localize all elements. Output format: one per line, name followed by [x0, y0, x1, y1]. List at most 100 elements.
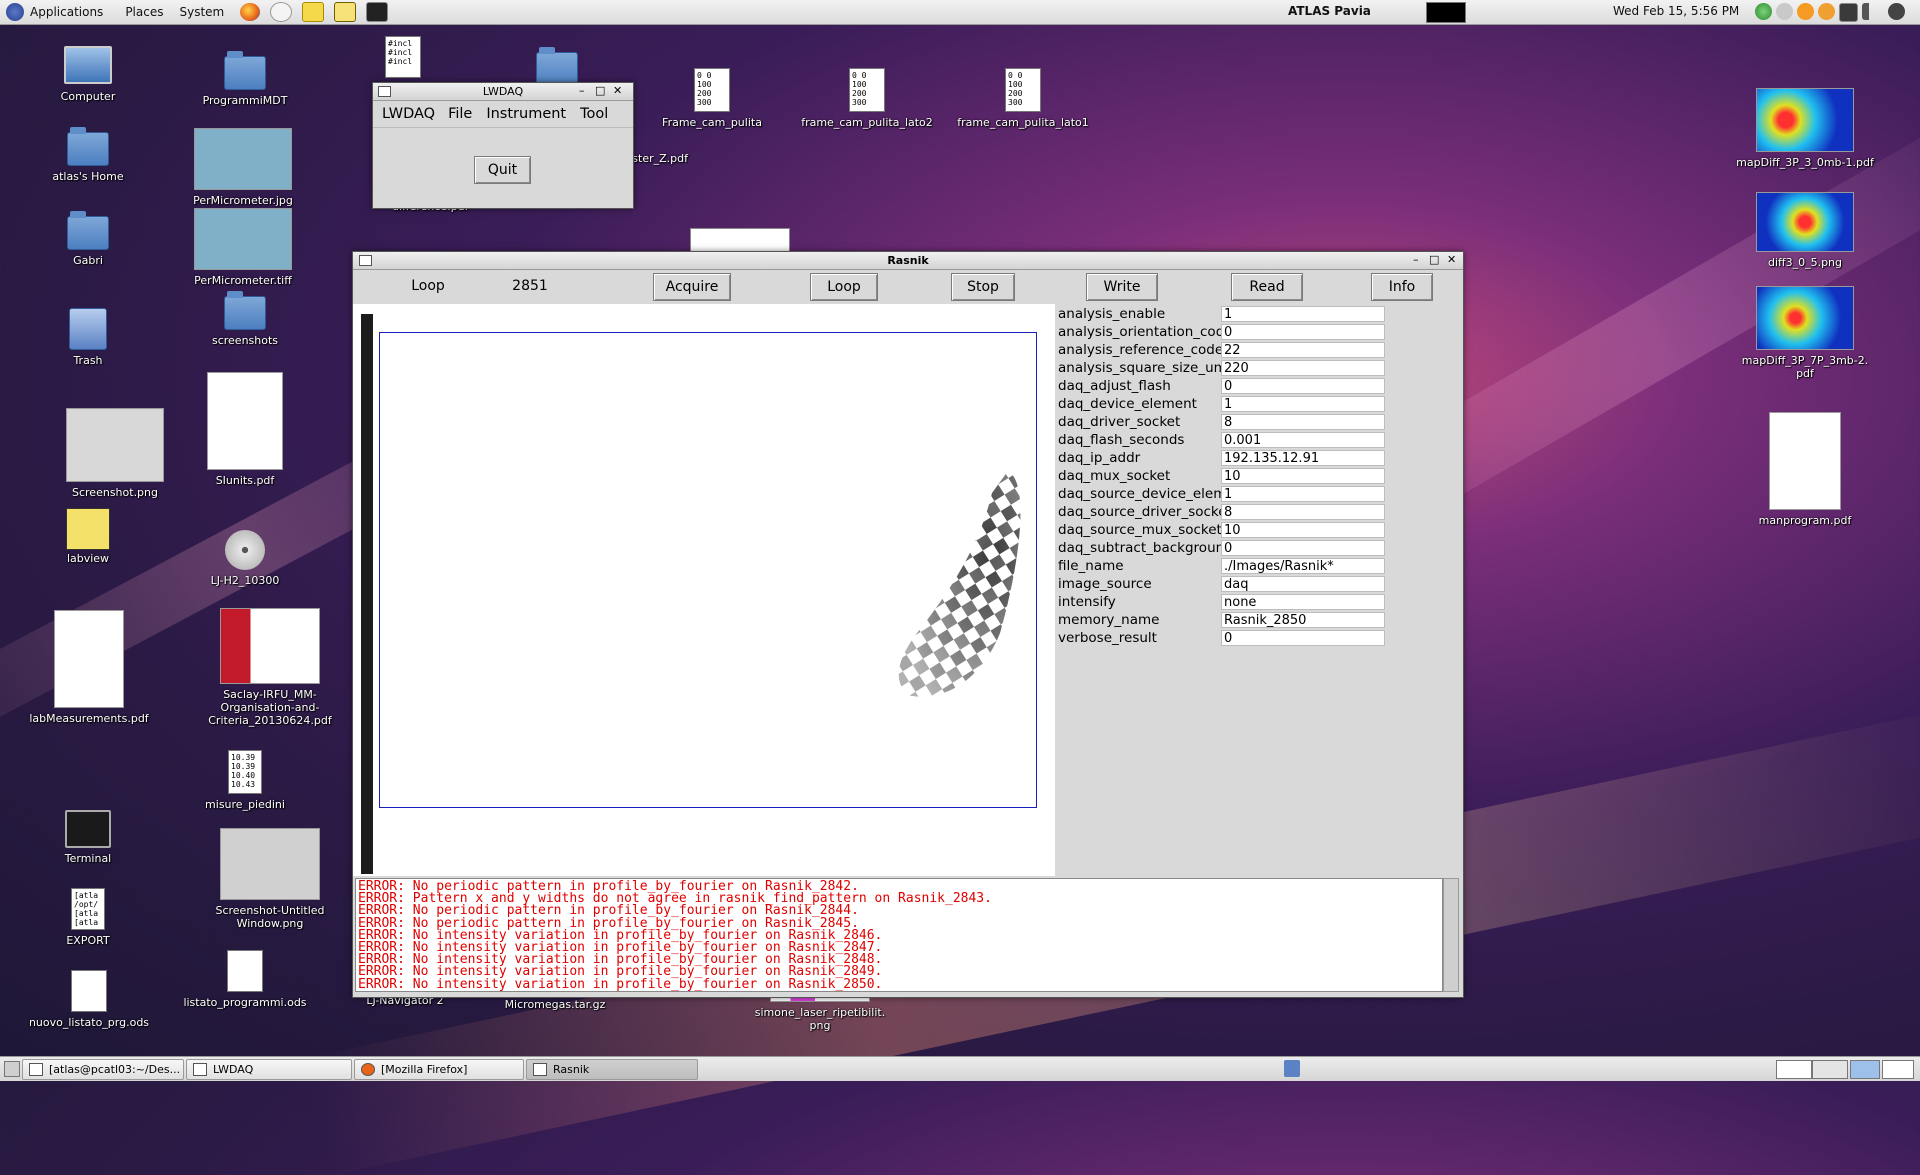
menu-file[interactable]: File: [448, 106, 472, 122]
desktop-icon-listato-programmi[interactable]: listato_programmi.ods: [180, 950, 310, 1009]
trash-applet-icon[interactable]: [1284, 1060, 1300, 1077]
desktop-icon-computer[interactable]: Computer: [48, 46, 128, 103]
param-field-daq-adjust-flash[interactable]: 0: [1221, 378, 1385, 394]
param-field-daq-ip-addr[interactable]: 192.135.12.91: [1221, 450, 1385, 466]
desktop-icon-simone[interactable]: simone_laser_ripetibilit. png: [750, 980, 890, 1032]
log-scrollbar[interactable]: [1443, 878, 1459, 992]
param-field-daq-source-device-element[interactable]: 1: [1221, 486, 1385, 502]
minimize-icon[interactable]: –: [579, 84, 585, 97]
desktop-icon-labview[interactable]: labview: [48, 508, 128, 565]
workspace-indicator[interactable]: [1426, 2, 1466, 23]
desktop-icon-ljh2[interactable]: LJ-H2_10300: [195, 530, 295, 587]
desktop-icon-terminal[interactable]: Terminal: [48, 810, 128, 865]
terminal-launcher-icon[interactable]: [366, 2, 389, 22]
param-field-analysis-enable[interactable]: 1: [1221, 306, 1385, 322]
param-field-verbose-result[interactable]: 0: [1221, 630, 1385, 646]
minimize-icon[interactable]: –: [1413, 253, 1419, 266]
maximize-icon[interactable]: □: [595, 84, 605, 97]
taskbar-item-terminal[interactable]: [atlas@pcatl03:~/Des...: [22, 1059, 184, 1080]
param-field-daq-subtract-background[interactable]: 0: [1221, 540, 1385, 556]
param-field-file-name[interactable]: ./Images/Rasnik*: [1221, 558, 1385, 574]
notes-launcher-icon[interactable]: [302, 2, 325, 22]
lwdaq-titlebar[interactable]: LWDAQ – □ ✕: [373, 83, 633, 101]
desktop-icon-frame-lato2[interactable]: 0 0 100 200 300 frame_cam_pulita_lato2: [792, 68, 942, 129]
gnome-foot-icon[interactable]: [6, 3, 24, 21]
shutdown-icon[interactable]: [1888, 3, 1905, 20]
close-icon[interactable]: ✕: [1447, 253, 1456, 266]
taskbar-item-rasnik[interactable]: Rasnik: [526, 1059, 698, 1080]
desktop-icon-ster-z[interactable]: ster_Z.pdf: [628, 152, 688, 165]
param-field-daq-source-driver-socket[interactable]: 8: [1221, 504, 1385, 520]
maximize-icon[interactable]: □: [1429, 253, 1439, 266]
desktop-icon-screenshots[interactable]: screenshots: [195, 291, 295, 347]
param-field-analysis-reference-code[interactable]: 22: [1221, 342, 1385, 358]
result-log[interactable]: ERROR: No periodic pattern in profile_by…: [355, 878, 1443, 992]
desktop-icon-mapdiff1[interactable]: mapDiff_3P_3_0mb-1.pdf: [1730, 88, 1880, 169]
rasnik-image-canvas[interactable]: [379, 332, 1037, 808]
rasnik-titlebar[interactable]: Rasnik – □ ✕: [353, 252, 1463, 270]
desktop-icon-misure[interactable]: 10.39 10.39 10.40 10.43 misure_piedini: [195, 750, 295, 811]
param-field-intensify[interactable]: none: [1221, 594, 1385, 610]
loop-button[interactable]: Loop: [810, 273, 878, 301]
display-icon[interactable]: [1839, 3, 1858, 22]
workspace-1[interactable]: [1776, 1060, 1812, 1079]
desktop-icon-screenshot-png[interactable]: Screenshot.png: [60, 408, 170, 499]
network-icon[interactable]: [1776, 3, 1793, 20]
desktop-icon-export[interactable]: [atla /opt/ [atla [atla EXPORT: [48, 888, 128, 947]
quit-button[interactable]: Quit: [474, 156, 531, 184]
desktop-icon-mapdiff2[interactable]: mapDiff_3P_7P_3mb-2. pdf: [1730, 286, 1880, 380]
close-icon[interactable]: ✕: [613, 84, 622, 97]
rss-feed-icon[interactable]: [1797, 3, 1814, 20]
desktop-icon-programmimdt[interactable]: ProgrammiMDT: [195, 51, 295, 107]
desktop-icon-incl[interactable]: #incl #incl #incl: [378, 36, 428, 82]
panel-clock[interactable]: Wed Feb 15, 5:56 PM: [1613, 4, 1739, 18]
desktop-icon-labmeasurements[interactable]: labMeasurements.pdf: [24, 610, 154, 725]
desktop-icon-frame-pulita[interactable]: 0 0 100 200 300 Frame_cam_pulita: [652, 68, 772, 129]
show-desktop-icon[interactable]: [4, 1061, 20, 1077]
write-button[interactable]: Write: [1086, 273, 1158, 301]
desktop-icon-home[interactable]: atlas's Home: [38, 127, 138, 183]
volume-icon[interactable]: [1862, 3, 1879, 20]
param-field-daq-device-element[interactable]: 1: [1221, 396, 1385, 412]
read-button[interactable]: Read: [1231, 273, 1303, 301]
stop-button[interactable]: Stop: [951, 273, 1015, 301]
param-field-daq-flash-seconds[interactable]: 0.001: [1221, 432, 1385, 448]
desktop-icon-diff3[interactable]: diff3_0_5.png: [1730, 192, 1880, 269]
menu-instrument[interactable]: Instrument: [486, 106, 566, 122]
window-menu-icon[interactable]: [359, 255, 372, 266]
applications-menu[interactable]: Applications: [30, 5, 103, 19]
param-field-analysis-orientation-code[interactable]: 0: [1221, 324, 1385, 340]
param-field-memory-name[interactable]: Rasnik_2850: [1221, 612, 1385, 628]
param-field-daq-mux-socket[interactable]: 10: [1221, 468, 1385, 484]
param-field-image-source[interactable]: daq: [1221, 576, 1385, 592]
system-menu[interactable]: System: [179, 5, 224, 19]
desktop-icon-slunits[interactable]: SIunits.pdf: [195, 372, 295, 487]
desktop-icon-nuovo-listato[interactable]: nuovo_listato_prg.ods: [24, 970, 154, 1029]
workspace-4[interactable]: [1882, 1060, 1914, 1079]
desktop-icon-trash[interactable]: Trash: [48, 308, 128, 367]
menu-tool[interactable]: Tool: [580, 106, 608, 122]
param-field-daq-source-mux-socket[interactable]: 10: [1221, 522, 1385, 538]
desktop-icon-gabri[interactable]: Gabri: [48, 211, 128, 267]
workspace-2[interactable]: [1812, 1060, 1848, 1079]
notification-icon[interactable]: [1818, 3, 1835, 20]
desktop-icon-frame-lato1[interactable]: 0 0 100 200 300 frame_cam_pulita_lato1: [948, 68, 1098, 129]
info-button[interactable]: Info: [1371, 273, 1433, 301]
menu-lwdaq[interactable]: LWDAQ: [382, 106, 435, 122]
update-icon[interactable]: [1755, 3, 1772, 20]
acquire-button[interactable]: Acquire: [653, 273, 731, 301]
taskbar-item-lwdaq[interactable]: LWDAQ: [186, 1059, 352, 1080]
desktop-icon-screenshot-untitled[interactable]: Screenshot-Untitled Window.png: [205, 828, 335, 930]
desktop-icon-saclay[interactable]: Saclay-IRFU_MM- Organisation-and- Criter…: [205, 608, 335, 727]
places-menu[interactable]: Places: [125, 5, 163, 19]
desktop-icon-permicrometer-tiff[interactable]: PerMicrometer.tiff: [188, 208, 298, 287]
param-field-daq-driver-socket[interactable]: 8: [1221, 414, 1385, 430]
firefox-launcher-icon[interactable]: [240, 3, 261, 21]
labview-launcher-icon[interactable]: [334, 2, 357, 22]
mail-launcher-icon[interactable]: [270, 2, 293, 22]
workspace-3[interactable]: [1850, 1060, 1880, 1079]
taskbar-item-firefox[interactable]: [Mozilla Firefox]: [354, 1059, 524, 1080]
desktop-icon-manprogram[interactable]: manprogram.pdf: [1730, 412, 1880, 527]
window-menu-icon[interactable]: [378, 86, 391, 97]
desktop-icon-permicrometer-jpg[interactable]: PerMicrometer.jpg: [188, 128, 298, 207]
